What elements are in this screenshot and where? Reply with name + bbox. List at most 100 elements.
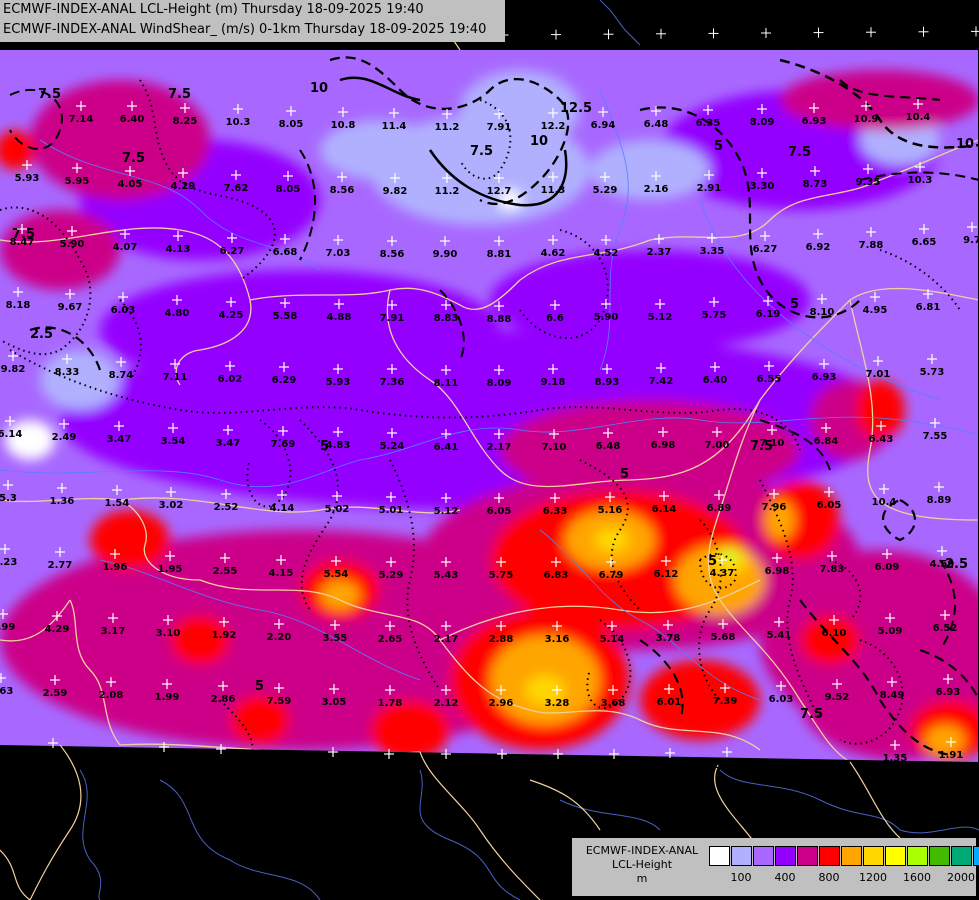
station-value: 8.18 [6,300,31,311]
station-value: 6.65 [912,237,937,248]
station-value: 6.27 [753,244,778,255]
contour-label: 7.5 [38,87,61,102]
station-value: 4.04 [377,762,402,773]
station-value: 5.75 [702,310,727,321]
field-patch [90,510,170,570]
legend-tick-label: 1200 [859,871,887,884]
station-value: 6.6 [546,313,564,324]
station-value: 2.59 [43,688,68,699]
legend-unit: m [636,872,648,885]
station-value: 5.95 [65,176,90,187]
legend-swatches [709,846,979,866]
station-value: 2.52 [214,502,239,513]
station-value: 8.73 [803,179,828,190]
station-value: 6.12 [654,569,679,580]
station-value: 5.68 [711,632,736,643]
station-value: 10.3 [908,175,933,186]
station-value: 10.4 [872,497,897,508]
station-value: 3.05 [322,697,347,708]
station: 4.04 [377,749,402,773]
station-value: 6.81 [916,302,941,313]
station-value: 8.74 [109,370,134,381]
contour-label: 7.5 [122,151,145,166]
station-value: 8.56 [330,185,355,196]
station-value: 6.55 [757,374,782,385]
station-value: 6.68 [273,247,298,258]
station-value: 12.2 [541,121,566,132]
station-value: 10.8 [331,120,356,131]
station-value: 12.7 [487,186,512,197]
station-value: 5.29 [593,185,618,196]
station-value: 7.03 [326,248,351,259]
station-value: 11.2 [435,186,460,197]
station-value: 8.11 [434,378,459,389]
contour-label: 7.5 [168,87,191,102]
station-value: 4.35 [546,762,571,773]
station-value: 4.80 [165,308,190,319]
station-value: 5.12 [434,506,459,517]
station-value: 3.16 [545,634,570,645]
station-value: 1.99 [155,692,180,703]
station-value: 8.83 [434,313,459,324]
station-value: 6.05 [817,500,842,511]
station-value: 9.82 [1,364,26,375]
station-value: 7.42 [649,376,674,387]
station-value: 3.28 [545,698,570,709]
station-value: 6.48 [644,119,669,130]
station-value: 7.55 [923,431,948,442]
station-value: 7.83 [820,564,845,575]
station-value: 6.93 [802,116,827,127]
station-value: 4.62 [152,755,177,766]
station-value: 6.98 [765,566,790,577]
station-value: 6.27 [220,246,245,257]
contour-label: 5 [790,297,799,312]
station-value: 6.43 [869,434,894,445]
station-value: 3.68 [601,698,626,709]
station-value: 5.58 [273,311,298,322]
station-value: 2.49 [52,432,77,443]
station-value: 9.18 [541,377,566,388]
station-value: 4.18 [434,762,459,773]
legend-title: ECMWF-INDEX-ANAL LCL-Height m [576,844,708,886]
legend-tick-label: 1600 [903,871,931,884]
station-value: 1.95 [158,564,183,575]
station-value: 5.16 [598,505,623,516]
legend-swatch [819,846,840,866]
station-value: 5.24 [380,441,405,452]
station-value: 7.14 [69,114,94,125]
legend-swatch [775,846,796,866]
station-value: 8.10 [810,307,835,318]
station-value: 8.56 [380,249,405,260]
station-value: 6.84 [814,436,839,447]
station-value: 3.63 [0,686,13,697]
station-value: 2.17 [41,751,66,762]
station-value: 7.96 [762,502,787,513]
station-value: 4.83 [326,440,351,451]
station-value: 7.39 [713,696,738,707]
station-value: 3.55 [323,633,348,644]
legend-swatch [929,846,950,866]
station-value: 7.00 [705,440,730,451]
station-value: 8.49 [880,690,905,701]
station-value: 7.01 [866,369,891,380]
station-value: 5.17 [490,762,515,773]
contour-label: 7.5 [788,145,811,160]
station-value: 3.02 [159,500,184,511]
station-value: 6.14 [652,504,677,515]
station-value: 6.40 [120,114,145,125]
station-value: 6.33 [543,506,568,517]
station-value: 6.52 [933,623,958,634]
station-value: 1.35 [883,753,908,764]
legend-swatch [863,846,884,866]
station-value: 7.10 [542,442,567,453]
station-value: 9.90 [433,249,458,260]
title-box: ECMWF-INDEX-ANAL LCL-Height (m) Thursday… [0,0,505,42]
legend-variable: LCL-Height [611,858,673,871]
legend-tick-label: 100 [730,871,752,884]
station-value: 2.20 [267,632,292,643]
station-value: 6.93 [936,687,961,698]
station-value: 7.69 [271,439,296,450]
station-value: 5.90 [594,312,619,323]
station-value: 4.59 [930,559,955,570]
station-value: 2.37 [647,247,672,258]
